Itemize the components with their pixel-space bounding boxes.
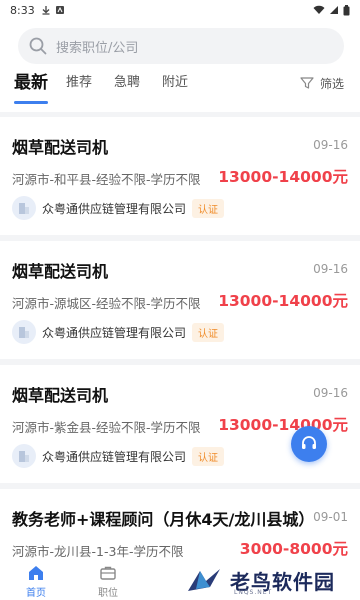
job-card[interactable]: 烟草配送司机 09-16 河源市-紫金县-经验不限-学历不限 13000-140… [0, 365, 360, 483]
job-title: 教务老师+课程顾问（月休4天/龙川县城） [12, 510, 315, 529]
company-row: 众粤通供应链管理有限公司 认证 [12, 444, 225, 468]
search-input[interactable]: 搜索职位/公司 [18, 28, 344, 64]
watermark-subtext: LNQS.NET [234, 589, 273, 596]
tab-urgent[interactable]: 急聘 [114, 70, 140, 96]
job-date: 09-16 [313, 262, 348, 276]
job-title: 烟草配送司机 [12, 262, 109, 281]
customer-service-button[interactable] [291, 426, 327, 462]
download-icon [42, 6, 50, 15]
job-date: 09-16 [313, 386, 348, 400]
battery-icon [343, 4, 350, 15]
status-time: 8:33 [10, 3, 35, 17]
briefcase-icon [100, 566, 116, 580]
company-row: 众粤通供应链管理有限公司 认证 [12, 320, 225, 344]
job-meta: 河源市-龙川县-1-3年-学历不限 [12, 544, 184, 559]
job-meta: 河源市-紫金县-经验不限-学历不限 [12, 420, 201, 435]
search-placeholder: 搜索职位/公司 [56, 40, 139, 56]
nav-jobs[interactable]: 职位 [83, 564, 133, 599]
company-name: 众粤通供应链管理有限公司 [42, 201, 187, 216]
company-name: 众粤通供应链管理有限公司 [42, 325, 187, 340]
job-meta: 河源市-源城区-经验不限-学历不限 [12, 296, 201, 311]
verified-badge: 认证 [192, 198, 225, 218]
tab-bar: 最新 推荐 急聘 附近 筛选 [0, 70, 360, 112]
nav-home[interactable]: 首页 [11, 564, 61, 599]
bottom-nav: 首页 职位 [0, 560, 160, 600]
bird-logo-icon [188, 569, 220, 591]
job-title: 烟草配送司机 [12, 386, 109, 405]
job-salary: 13000-14000元 [218, 292, 348, 310]
job-meta: 河源市-和平县-经验不限-学历不限 [12, 172, 201, 187]
search-icon [29, 37, 47, 55]
tab-recommended[interactable]: 推荐 [66, 70, 92, 96]
nav-jobs-label: 职位 [98, 588, 118, 599]
verified-badge: 认证 [192, 446, 225, 466]
tab-latest[interactable]: 最新 [14, 70, 48, 96]
tab-nearby[interactable]: 附近 [162, 70, 188, 96]
notification-app-icon [55, 6, 64, 14]
job-title: 烟草配送司机 [12, 138, 109, 157]
job-salary: 3000-8000元 [239, 540, 348, 558]
job-date: 09-16 [313, 138, 348, 152]
filter-icon [300, 77, 314, 89]
status-icons [313, 4, 350, 16]
job-date: 09-01 [313, 510, 348, 524]
verified-badge: 认证 [192, 322, 225, 342]
status-bar: 8:33 [0, 0, 360, 20]
nav-home-label: 首页 [26, 588, 46, 599]
watermark: 老鸟软件园 LNQS.NET [186, 560, 360, 600]
building-icon [12, 196, 36, 220]
company-row: 众粤通供应链管理有限公司 认证 [12, 196, 225, 220]
building-icon [12, 444, 36, 468]
signal-icon [330, 6, 338, 14]
company-name: 众粤通供应链管理有限公司 [42, 449, 187, 464]
job-card[interactable]: 烟草配送司机 09-16 河源市-源城区-经验不限-学历不限 13000-140… [0, 241, 360, 359]
home-icon [29, 566, 43, 580]
job-salary: 13000-14000元 [218, 168, 348, 186]
tab-active-indicator [14, 101, 48, 104]
job-salary: 13000-14000元 [218, 416, 348, 434]
job-card[interactable]: 烟草配送司机 09-16 河源市-和平县-经验不限-学历不限 13000-140… [0, 117, 360, 235]
wifi-icon [313, 5, 325, 14]
building-icon [12, 320, 36, 344]
filter-label: 筛选 [319, 76, 344, 91]
filter-button[interactable]: 筛选 [300, 70, 344, 96]
header: 搜索职位/公司 最新 推荐 急聘 附近 筛选 [0, 20, 360, 112]
headset-icon [302, 436, 316, 449]
